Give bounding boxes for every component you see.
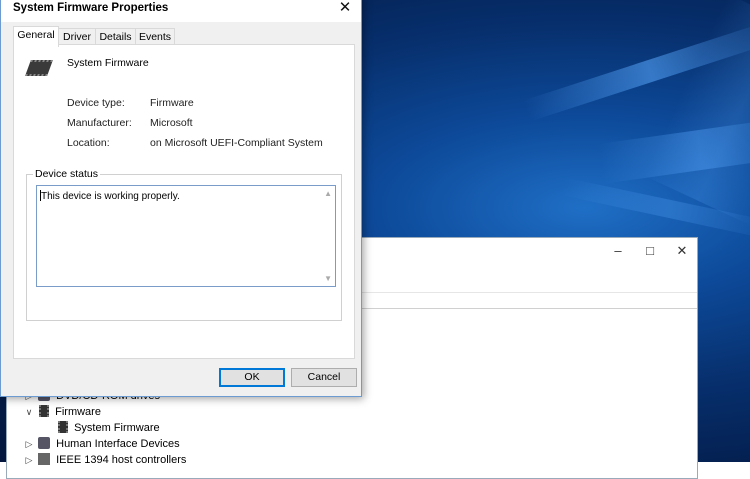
minimize-icon[interactable]: –	[603, 241, 633, 261]
chevron-right-icon[interactable]: ▷	[23, 436, 35, 452]
dialog-title: System Firmware Properties	[13, 2, 169, 14]
firmware-chip-icon	[58, 421, 68, 433]
tree-item-label: System Firmware	[74, 422, 160, 434]
tree-item-label: Firmware	[55, 406, 101, 418]
location-value: on Microsoft UEFI-Compliant System	[150, 137, 323, 149]
properties-dialog: System Firmware Properties ✕ General Dri…	[0, 0, 362, 397]
device-status-group: Device status This device is working pro…	[26, 168, 342, 321]
location-label: Location:	[67, 137, 110, 149]
ok-button[interactable]: OK	[219, 368, 285, 387]
scroll-up-arrow-icon[interactable]: ▲	[324, 189, 332, 198]
dialog-titlebar: System Firmware Properties ✕	[1, 0, 361, 22]
device-name: System Firmware	[67, 57, 149, 69]
manufacturer-value: Microsoft	[150, 117, 193, 129]
device-type-label: Device type:	[67, 97, 125, 109]
device-type-value: Firmware	[150, 97, 194, 109]
tree-item-hid[interactable]: ▷ Human Interface Devices	[23, 436, 180, 452]
chevron-right-icon[interactable]: ▷	[23, 452, 35, 468]
firmware-chip-icon	[39, 405, 50, 417]
tree-item-firmware[interactable]: ∨ Firmware	[23, 404, 101, 420]
cancel-button[interactable]: Cancel	[291, 368, 357, 387]
firmware-chip-icon	[25, 60, 53, 76]
manufacturer-label: Manufacturer:	[67, 117, 132, 129]
tree-item-label: IEEE 1394 host controllers	[56, 454, 187, 466]
tree-item-ieee1394[interactable]: ▷ IEEE 1394 host controllers	[23, 452, 186, 468]
chevron-down-icon[interactable]: ∨	[23, 404, 35, 420]
device-status-text: This device is working properly.	[41, 191, 180, 202]
maximize-icon[interactable]: □	[635, 241, 665, 261]
close-icon[interactable]: ✕	[667, 241, 697, 261]
device-status-textbox[interactable]: This device is working properly. ▲ ▼	[36, 185, 336, 287]
wallpaper-light-beam	[643, 0, 750, 226]
device-status-label: Device status	[33, 168, 101, 180]
close-icon[interactable]: ✕	[333, 0, 357, 18]
ieee1394-controller-icon	[38, 453, 51, 465]
hid-device-icon	[38, 437, 51, 449]
scroll-down-arrow-icon[interactable]: ▼	[324, 274, 332, 283]
general-tab-panel: System Firmware Device type: Firmware Ma…	[13, 44, 355, 359]
tree-item-label: Human Interface Devices	[56, 438, 180, 450]
tab-general[interactable]: General	[13, 26, 59, 47]
tree-item-system-firmware[interactable]: System Firmware	[57, 420, 160, 436]
